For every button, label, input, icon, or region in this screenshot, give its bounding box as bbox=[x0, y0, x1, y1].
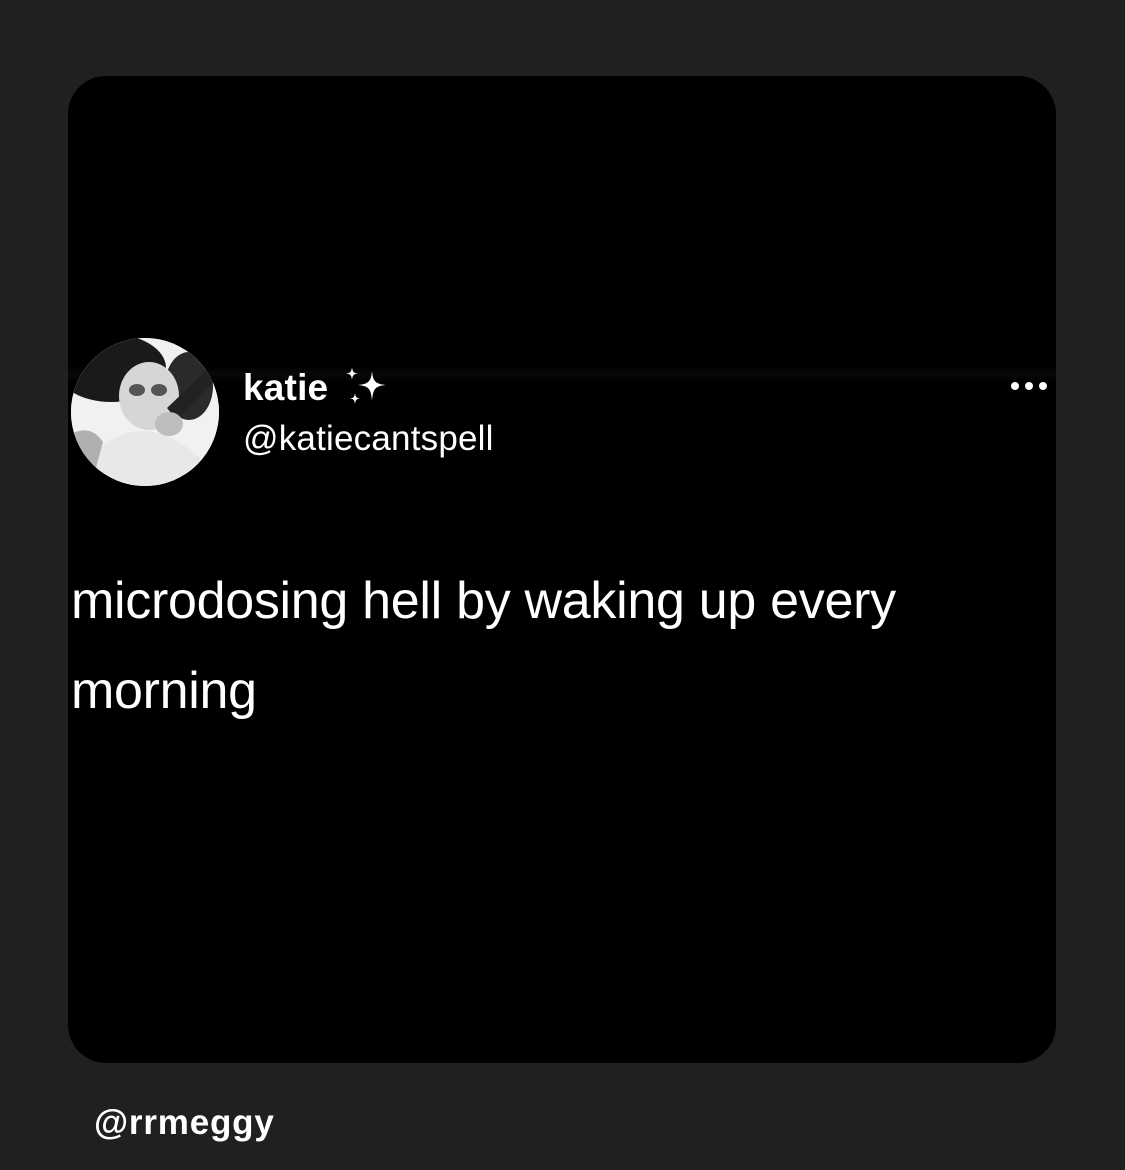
display-name-row: katie bbox=[243, 363, 390, 413]
display-name[interactable]: katie bbox=[243, 367, 328, 409]
card-divider-band bbox=[68, 366, 1056, 382]
avatar-image bbox=[71, 338, 219, 486]
more-options-icon[interactable] bbox=[1006, 366, 1056, 406]
credit-handle[interactable]: @rrmeggy bbox=[94, 1103, 275, 1143]
user-handle[interactable]: @katiecantspell bbox=[243, 419, 494, 459]
tweet-text: microdosing hell by waking up every morn… bbox=[71, 572, 896, 720]
avatar[interactable] bbox=[71, 338, 219, 486]
sparkles-icon bbox=[342, 365, 390, 411]
tweet-card: katie @katiecantspell microdosing hell b… bbox=[68, 76, 1056, 1063]
